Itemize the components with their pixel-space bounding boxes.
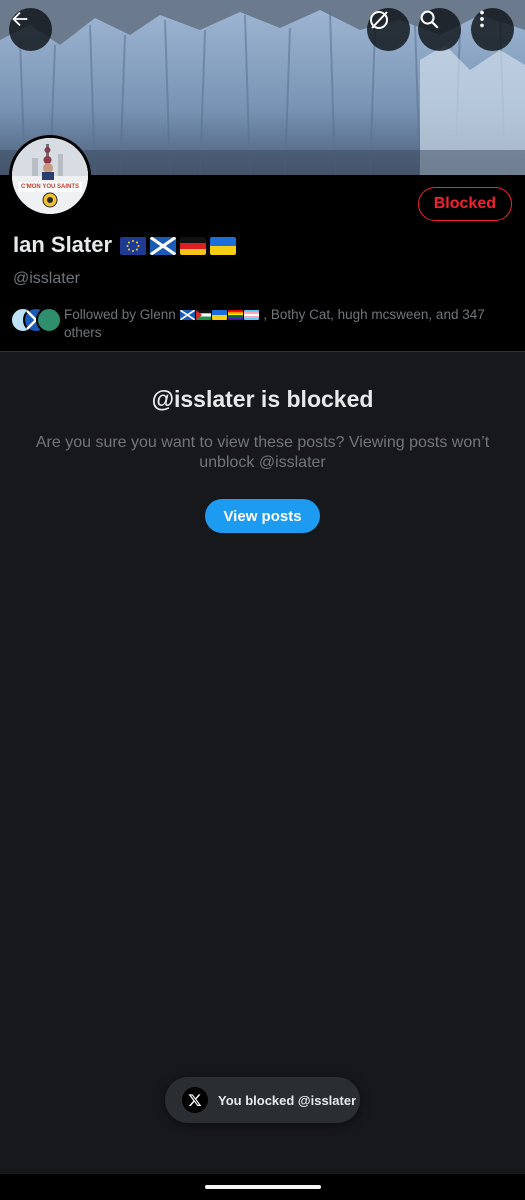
more-vertical-icon xyxy=(480,10,484,28)
avatar-image: C'MON YOU SAINTS xyxy=(12,138,88,214)
blocked-description: Are you sure you want to view these post… xyxy=(35,434,490,471)
avatar-photo-icon xyxy=(12,138,88,214)
eu-flag-icon xyxy=(120,232,147,258)
germany-flag-icon xyxy=(180,232,207,258)
home-indicator[interactable] xyxy=(205,1185,321,1189)
toast-text: You blocked @isslater xyxy=(218,1092,357,1108)
scotland-flag-icon xyxy=(150,232,177,258)
toast-notification: You blocked @isslater xyxy=(165,1077,360,1123)
avatar[interactable]: C'MON YOU SAINTS xyxy=(9,135,91,217)
profile-handle: @isslater xyxy=(13,270,80,287)
profile-name: Ian Slater xyxy=(13,232,113,257)
follower-avatars xyxy=(10,307,62,333)
followed-by-text: Followed by Glenn , Bothy Cat, hugh mcsw… xyxy=(64,306,515,342)
more-button[interactable] xyxy=(471,8,514,51)
blocked-panel xyxy=(0,351,525,1174)
search-icon xyxy=(420,10,439,29)
follower-flag-icons xyxy=(179,307,264,322)
grok-button[interactable] xyxy=(367,8,410,51)
search-button[interactable] xyxy=(418,8,461,51)
view-posts-button[interactable]: View posts xyxy=(205,499,320,533)
back-button[interactable] xyxy=(9,8,52,51)
blocked-button[interactable]: Blocked xyxy=(417,187,512,221)
back-arrow-icon xyxy=(12,11,28,27)
followed-by[interactable]: Followed by Glenn , Bothy Cat, hugh mcsw… xyxy=(10,306,515,342)
followed-by-lead: Followed by Glenn xyxy=(64,307,176,322)
grok-icon xyxy=(370,11,388,29)
follower-avatar xyxy=(36,307,62,333)
avatar-caption: C'MON YOU SAINTS xyxy=(21,184,79,190)
profile-name-row: Ian Slater xyxy=(13,232,237,258)
x-logo-icon xyxy=(182,1087,208,1113)
ukraine-flag-icon xyxy=(210,232,237,258)
blocked-title: @isslater is blocked xyxy=(151,386,374,412)
